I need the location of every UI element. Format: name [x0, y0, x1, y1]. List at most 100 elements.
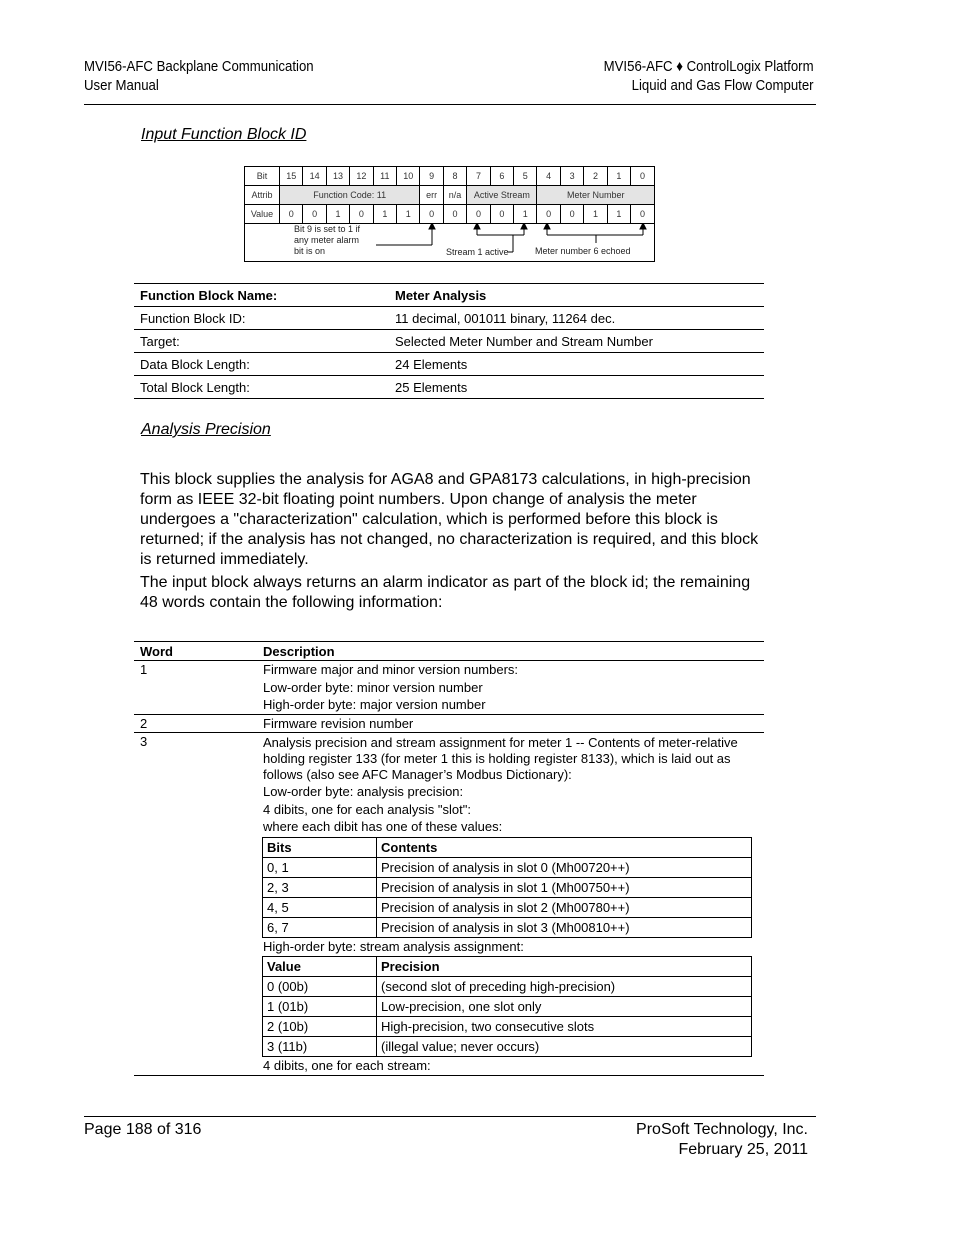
footer-divider: [84, 1116, 816, 1117]
row-label: Target:: [134, 329, 389, 353]
value-cell: 1: [606, 204, 632, 224]
word-number: 1: [134, 660, 257, 715]
bit-cell: 14: [302, 167, 327, 186]
bits-cell: 0, 1: [262, 856, 377, 878]
header-precision: Precision: [376, 956, 752, 977]
word-number: 3: [134, 732, 257, 1076]
description-line: Low-order byte: analysis precision:: [263, 784, 464, 799]
value-cell: 3 (11b): [262, 1036, 377, 1057]
table-row: Total Block Length: 25 Elements: [134, 375, 764, 399]
precision-cell: Low-precision, one slot only: [376, 996, 752, 1017]
header-value: Value: [262, 956, 377, 977]
value-cell: 1: [396, 204, 421, 224]
value-cell: 1: [583, 204, 608, 224]
value-cell: 1: [325, 204, 351, 224]
word-description: Firmware major and minor version numbers…: [257, 660, 764, 715]
inner-row: 0, 1 Precision of analysis in slot 0 (Mh…: [262, 856, 752, 878]
bit-cell: 13: [325, 167, 351, 186]
value-row-label: Value: [245, 204, 280, 224]
page-footer-right: ProSoft Technology, Inc. February 25, 20…: [636, 1120, 808, 1160]
bits-cell: 2, 3: [262, 876, 377, 898]
contents-cell: Precision of analysis in slot 0 (Mh00720…: [376, 856, 752, 878]
value-cell: 0: [466, 204, 491, 224]
value-cell: 0: [630, 204, 654, 224]
bit-cell: 6: [489, 167, 515, 186]
bit-cell: 4: [536, 167, 561, 186]
row-label: Total Block Length:: [134, 375, 389, 399]
table-row: 3 Analysis precision and stream assignme…: [134, 732, 764, 1076]
company-name: ProSoft Technology, Inc.: [636, 1121, 808, 1138]
page-header-right: MVI56-AFC ♦ ControlLogix Platform Liquid…: [604, 57, 814, 95]
row-label: Function Block ID:: [134, 306, 389, 330]
description-paragraph: Analysis precision and stream assignment…: [263, 735, 738, 782]
attrib-na: n/a: [442, 185, 468, 205]
attrib-active-stream: Active Stream: [466, 185, 538, 205]
bits-cell: 4, 5: [262, 896, 377, 918]
row-value: 11 decimal, 001011 binary, 11264 dec.: [389, 306, 764, 330]
section-title-input-function-block-id: Input Function Block ID: [141, 126, 307, 143]
inner-header-row: Bits Contents: [262, 836, 752, 858]
bit-cell: 2: [583, 167, 608, 186]
bit-diagram: Bit 15 14 13 12 11 10 9 8 7 6 5 4 3 2 1 …: [244, 166, 655, 262]
table-row: Target: Selected Meter Number and Stream…: [134, 329, 764, 353]
value-cell: 0: [302, 204, 327, 224]
inner-row: 3 (11b) (illegal value; never occurs): [262, 1036, 752, 1057]
bit9-note: Bit 9 is set to 1 if any meter alarm bit…: [294, 224, 360, 257]
attrib-row: Attrib Function Code: 11 err n/a Active …: [245, 185, 654, 205]
bits-contents-table: Bits Contents 0, 1 Precision of analysis…: [262, 836, 752, 938]
bit9-note-line: Bit 9 is set to 1 if: [294, 224, 361, 234]
table-row: Function Block Name: Meter Analysis: [134, 283, 764, 307]
page-header-left: MVI56-AFC Backplane Communication User M…: [84, 57, 314, 95]
bit-cell: 0: [630, 167, 654, 186]
table-header-row: Word Description: [134, 641, 764, 661]
word-description-table: Word Description 1 Firmware major and mi…: [134, 641, 764, 1076]
attrib-err: err: [419, 185, 444, 205]
manual-title: MVI56-AFC Backplane Communication: [84, 58, 314, 75]
bit-cell: 12: [349, 167, 374, 186]
header-bits: Bits: [262, 836, 377, 858]
bit-row-label: Bit: [245, 167, 280, 186]
value-cell: 0: [419, 204, 444, 224]
bit9-note-line: any meter alarm: [294, 235, 360, 245]
row-label: Function Block Name:: [134, 283, 389, 307]
bit-cell: 1: [606, 167, 632, 186]
value-precision-table: Value Precision 0 (00b) (second slot of …: [262, 956, 752, 1057]
bit-cell: 7: [466, 167, 491, 186]
header-description: Description: [257, 641, 764, 661]
value-cell: 1 (01b): [262, 996, 377, 1017]
table-row: Data Block Length: 24 Elements: [134, 352, 764, 376]
precision-cell: (illegal value; never occurs): [376, 1036, 752, 1057]
inner-row: 1 (01b) Low-precision, one slot only: [262, 996, 752, 1017]
value-cell: 0: [349, 204, 374, 224]
block-id-paragraph: The input block always returns an alarm …: [140, 574, 751, 611]
bit-cell: 15: [278, 167, 304, 186]
precision-cell: (second slot of preceding high-precision…: [376, 976, 752, 997]
attrib-meter-number: Meter Number: [536, 185, 654, 205]
section-title-analysis-precision: Analysis Precision: [141, 421, 271, 438]
description-line: 4 dibits, one for each analysis "slot":: [263, 801, 471, 817]
meter-arrow-icon: [543, 223, 647, 243]
value-cell: 0: [559, 204, 585, 224]
header-divider: [84, 104, 816, 105]
contents-cell: Precision of analysis in slot 1 (Mh00750…: [376, 876, 752, 898]
word-description: Analysis precision and stream assignment…: [257, 732, 764, 1076]
page-number: Page 188 of 316: [84, 1121, 202, 1138]
description-line: 4 dibits, one for each stream:: [263, 1058, 431, 1073]
description-line: Firmware revision number: [263, 715, 414, 731]
table-row: Function Block ID: 11 decimal, 001011 bi…: [134, 306, 764, 330]
contents-cell: Precision of analysis in slot 3 (Mh00810…: [376, 916, 752, 938]
publication-date: February 25, 2011: [678, 1141, 808, 1158]
value-cell: 1: [372, 204, 398, 224]
header-contents: Contents: [376, 836, 752, 858]
inner-row: 2 (10b) High-precision, two consecutive …: [262, 1016, 752, 1037]
row-value: 25 Elements: [389, 375, 764, 399]
description-line: High-order byte: major version number: [263, 697, 486, 712]
description-line: High-order byte: stream analysis assignm…: [263, 938, 524, 954]
attrib-row-label: Attrib: [245, 185, 280, 205]
description-line: Firmware major and minor version numbers…: [263, 662, 519, 677]
value-cell: 0: [536, 204, 561, 224]
value-cell: 0 (00b): [262, 976, 377, 997]
value-cell: 2 (10b): [262, 1016, 377, 1037]
meter-note: Meter number 6 echoed: [535, 246, 631, 256]
value-cell: 1: [513, 204, 538, 224]
